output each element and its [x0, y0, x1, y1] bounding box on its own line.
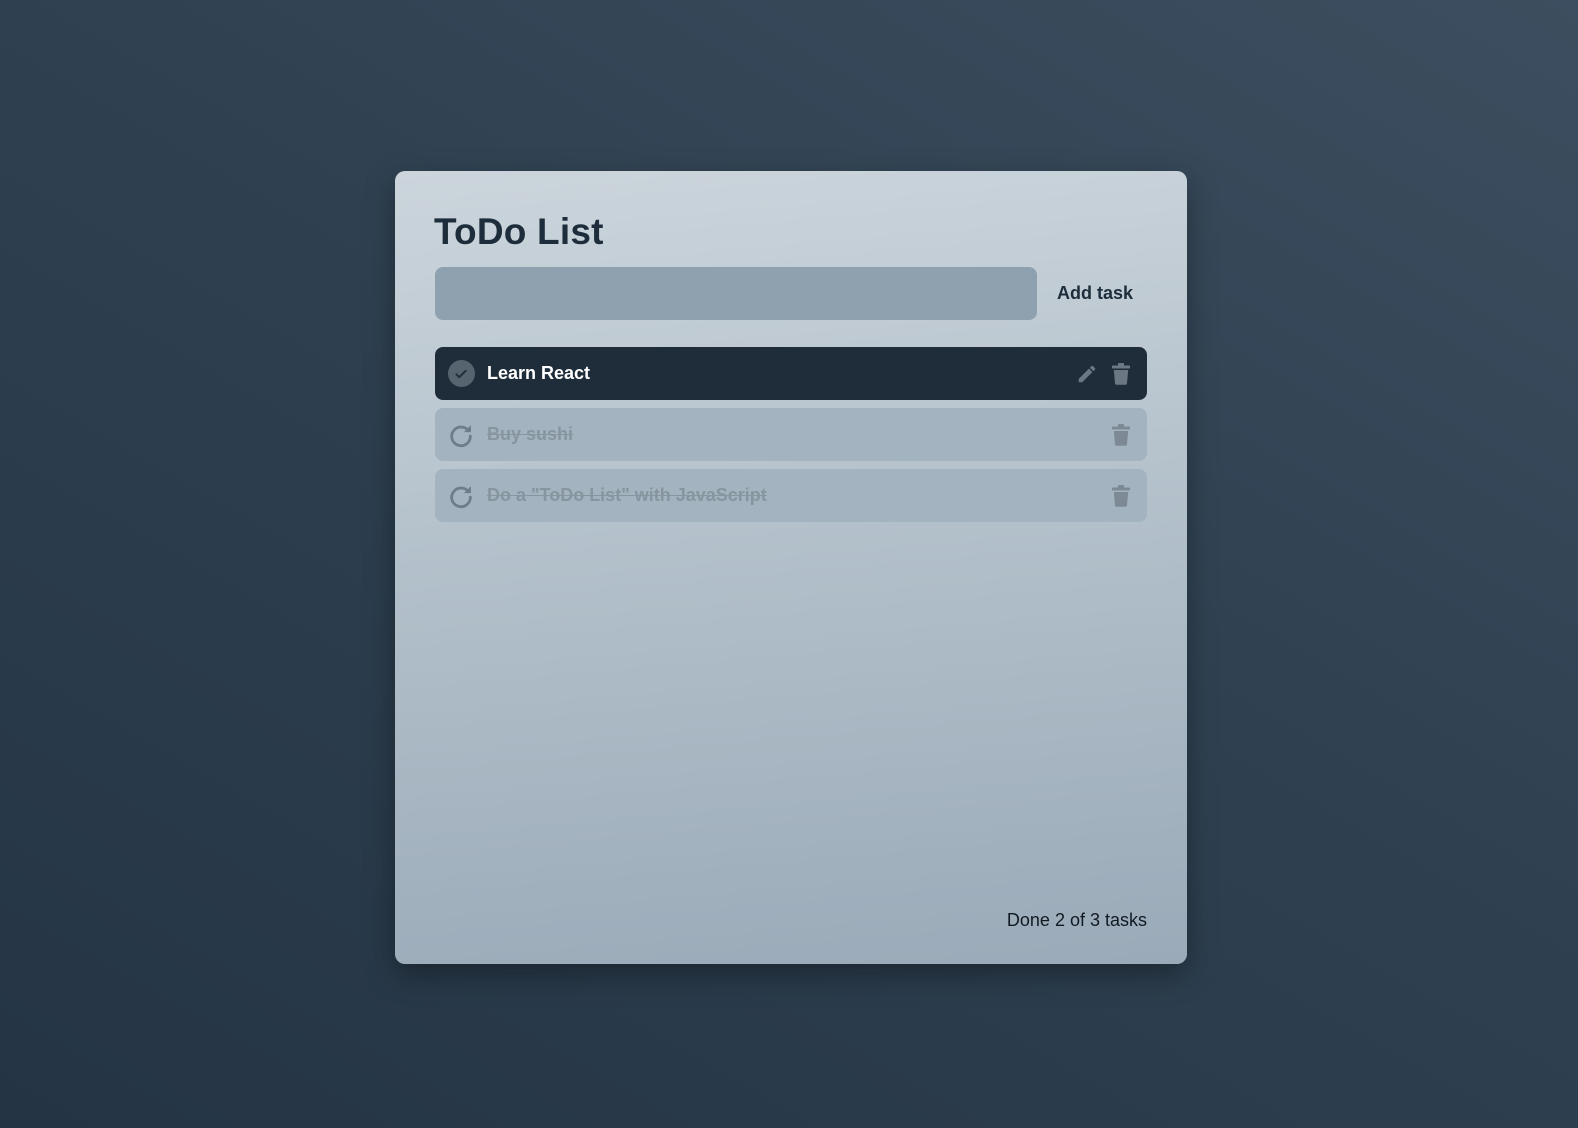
edit-button[interactable] [1073, 360, 1101, 388]
undo-button[interactable] [447, 482, 475, 510]
undo-button[interactable] [447, 421, 475, 449]
tasks-summary: Done 2 of 3 tasks [1006, 910, 1147, 930]
mark-done-button[interactable] [447, 360, 475, 388]
trash-icon [1112, 484, 1130, 507]
task-label: Do a "ToDo List" with JavaScript [487, 485, 767, 505]
trash-icon [1112, 423, 1130, 446]
delete-button[interactable] [1107, 360, 1135, 388]
delete-button[interactable] [1107, 482, 1135, 510]
page-title: ToDo List [434, 211, 604, 252]
task-row[interactable]: Buy sushi [435, 408, 1147, 461]
redo-icon [450, 485, 472, 508]
task-label: Learn React [487, 363, 591, 383]
redo-icon [450, 424, 472, 447]
add-task-button[interactable]: Add task [1040, 267, 1150, 320]
pencil-icon [1078, 365, 1096, 382]
task-label: Buy sushi [487, 424, 574, 444]
task-row[interactable]: Learn React [435, 347, 1147, 400]
task-list: Learn React Buy sushi Do a "ToDo List" w… [435, 347, 1147, 530]
todo-card: ToDo List Add task Learn React Buy sushi… [395, 171, 1187, 964]
new-task-input[interactable] [435, 267, 1037, 320]
trash-icon [1112, 362, 1130, 385]
check-circle-icon [447, 360, 475, 387]
delete-button[interactable] [1107, 421, 1135, 449]
task-row[interactable]: Do a "ToDo List" with JavaScript [435, 469, 1147, 522]
